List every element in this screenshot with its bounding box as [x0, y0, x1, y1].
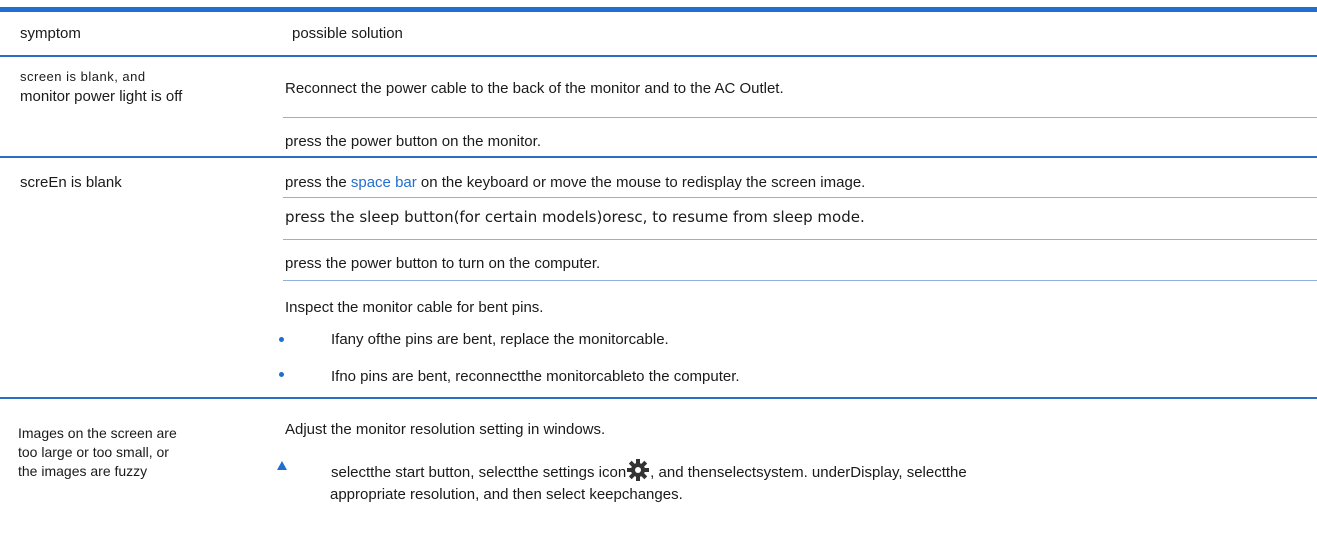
row2-divider-c	[283, 280, 1317, 281]
row2-solution-4: Inspect the monitor cable for bent pins.	[285, 299, 544, 316]
row1-symptom-line2: monitor power light is off	[20, 88, 183, 105]
triangle-bullet-icon	[277, 461, 287, 470]
row1-solution-2: press the power button on the monitor.	[285, 133, 541, 150]
row1-solution-divider	[283, 117, 1317, 118]
row3-symptom-line3: the images are fuzzy	[18, 463, 148, 479]
row2-bullet-2: Ifno pins are bent, reconnectthe monitor…	[331, 368, 740, 385]
header-symptom: symptom	[20, 25, 81, 42]
bullet-icon	[279, 337, 284, 342]
row3-symptom-line1: Images on the screen are	[18, 425, 177, 441]
row2-bullet-1: Ifany ofthe pins are bent, replace the m…	[331, 331, 669, 348]
row2-solution-3: press the power button to turn on the co…	[285, 255, 601, 272]
row2-solution-1-pre: press the	[285, 174, 351, 191]
row1-solution-1: Reconnect the power cable to the back of…	[285, 80, 784, 97]
row1-divider	[0, 156, 1317, 158]
row2-symptom: screEn is blank	[20, 174, 122, 191]
space-bar-link[interactable]: space bar	[351, 174, 417, 191]
row3-step-pre: selectthe start button, selectthe settin…	[331, 464, 627, 481]
row2-solution-2: press the sleep button(for certain model…	[285, 208, 865, 226]
row2-divider-b	[283, 239, 1317, 240]
row3-step-line2: appropriate resolution, and then select …	[330, 486, 683, 503]
row2-solution-1-post: on the keyboard or move the mouse to red…	[416, 174, 866, 191]
row3-solution: Adjust the monitor resolution setting in…	[285, 421, 606, 438]
row1-symptom-line1: screen is blank, and	[20, 69, 146, 84]
row3-step-post: , and thenselectsystem. underDisplay, se…	[650, 464, 967, 481]
bullet-icon	[279, 372, 284, 377]
row2-divider	[0, 397, 1317, 399]
header-solution: possible solution	[292, 25, 403, 42]
row3-step-line1: selectthe start button, selectthe settin…	[331, 459, 967, 486]
header-divider	[0, 55, 1317, 57]
gear-icon	[626, 459, 650, 486]
row2-solution-1: press the space bar on the keyboard or m…	[285, 174, 865, 192]
row2-divider-a	[283, 197, 1317, 198]
row3-symptom-line2: too large or too small, or	[18, 444, 169, 460]
table-top-border	[0, 7, 1317, 12]
